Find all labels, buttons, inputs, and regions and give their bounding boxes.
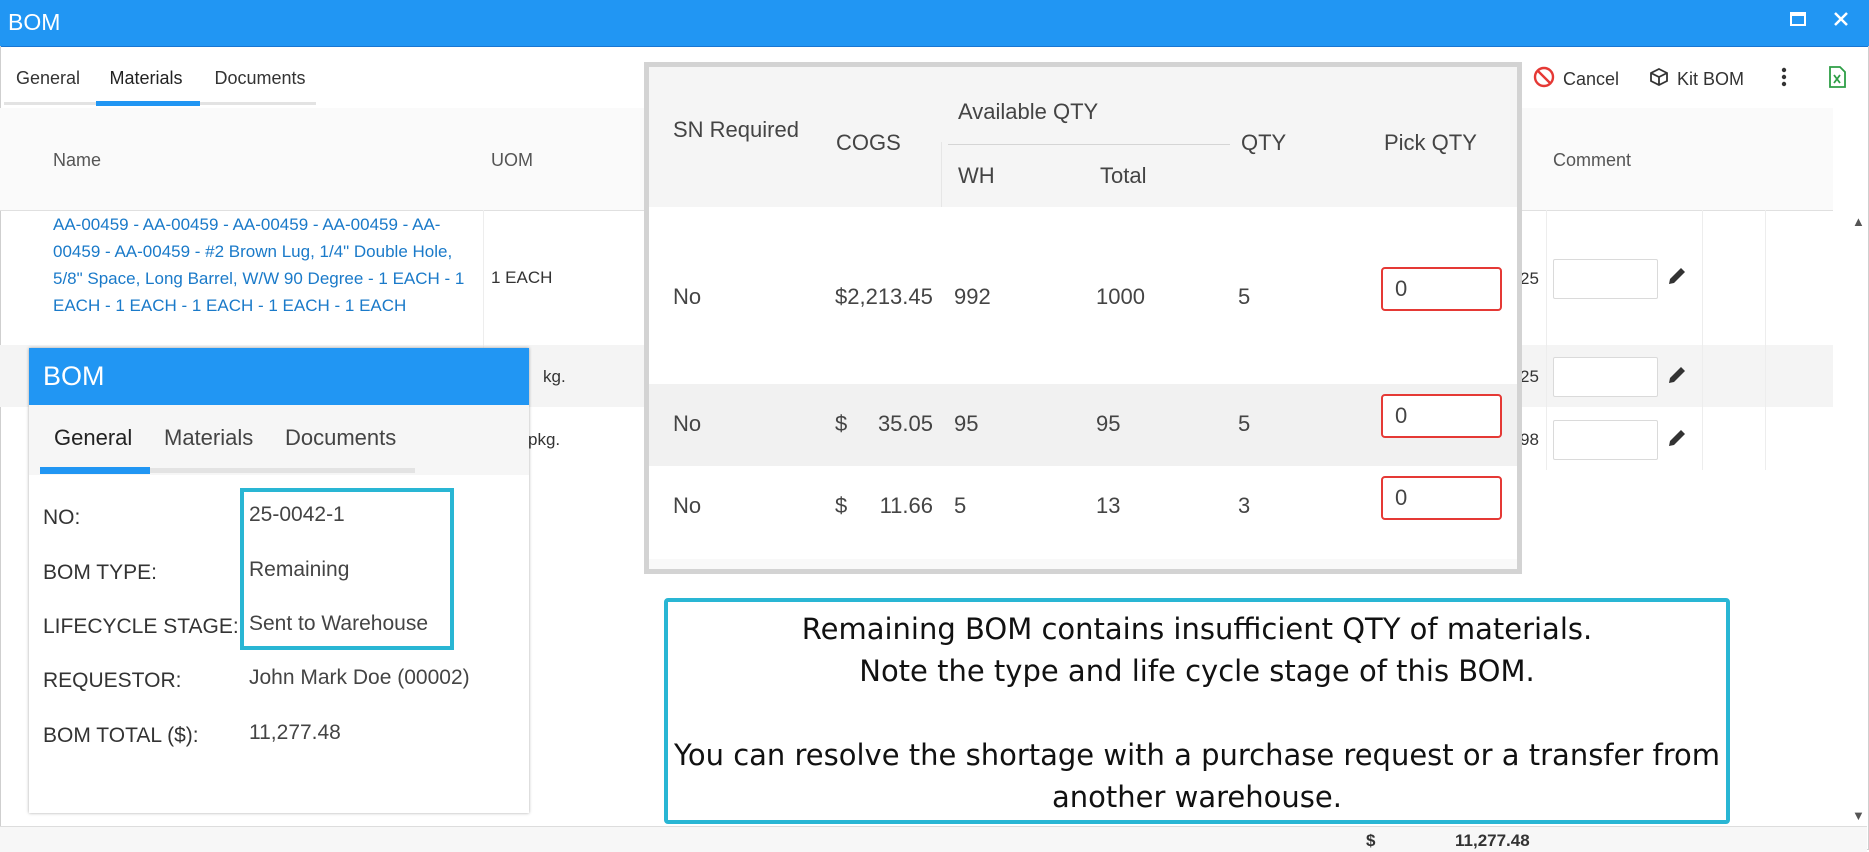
note-callout: Remaining BOM contains insufficient QTY … [664, 598, 1730, 824]
column-header-comment: Comment [1553, 150, 1632, 170]
note-line-2: Note the type and life cycle stage of th… [859, 654, 1535, 688]
header-qty: QTY [1241, 130, 1287, 155]
header-wh: WH [958, 163, 995, 188]
cancel-label: Cancel [1563, 68, 1620, 89]
window-title: BOM [8, 9, 61, 35]
window-title-bar: BOM [0, 0, 1869, 47]
partial-cell: 25 [1520, 269, 1539, 288]
qty-cell: 5 [1238, 411, 1251, 436]
tab-materials[interactable]: Materials [96, 58, 196, 104]
total-cell: 95 [1096, 411, 1121, 436]
footer-total: 11,277.48 [1455, 831, 1530, 850]
uom-cell: kg. [543, 367, 566, 386]
sn-required-cell: No [673, 411, 702, 436]
field-label-bom-total: BOM TOTAL ($): [43, 724, 199, 747]
column-header-name: Name [53, 150, 102, 170]
wh-cell: 95 [954, 411, 979, 436]
comment-input[interactable] [1553, 357, 1658, 397]
partial-cell: 98 [1520, 430, 1539, 449]
tab-documents[interactable]: Documents [204, 58, 316, 104]
note-line-3: You can resolve the shortage with a purc… [674, 738, 1720, 772]
header-available-qty: Available QTY [958, 99, 1099, 124]
header-sn-required: SN Required [673, 117, 799, 142]
kit-bom-label: Kit BOM [1677, 68, 1745, 89]
bom-popup-title-bar: BOM [29, 348, 529, 405]
kit-bom-button[interactable]: Kit BOM [1649, 64, 1744, 94]
field-label-requestor: REQUESTOR: [43, 669, 182, 692]
total-cell: 13 [1096, 493, 1121, 518]
pick-qty-input[interactable]: 0 [1381, 394, 1502, 438]
qty-cell: 5 [1238, 284, 1251, 309]
popup-tab-general[interactable]: General [54, 425, 132, 451]
note-line-4: another warehouse. [1052, 780, 1342, 814]
edit-pencil-icon[interactable] [1666, 265, 1688, 293]
more-menu-button[interactable] [1780, 64, 1788, 94]
export-excel-button[interactable] [1827, 64, 1847, 94]
sn-required-cell: No [673, 493, 702, 518]
note-line-1: Remaining BOM contains insufficient QTY … [801, 612, 1593, 646]
field-label-lifecycle-stage: LIFECYCLE STAGE: [43, 615, 239, 638]
edit-pencil-icon[interactable] [1666, 427, 1688, 455]
wh-cell: 992 [954, 284, 991, 309]
bom-popup-title: BOM [43, 361, 105, 391]
tab-general[interactable]: General [8, 58, 88, 104]
header-cogs: COGS [836, 130, 901, 155]
highlight-box [240, 488, 454, 650]
total-cell: 1000 [1096, 284, 1145, 309]
uom-cell: 1 EACH [491, 268, 553, 287]
close-icon[interactable] [1826, 8, 1856, 34]
table-footer [0, 826, 1867, 852]
column-header-uom: UOM [491, 150, 533, 170]
cancel-icon [1533, 66, 1555, 93]
qty-cell: 3 [1238, 493, 1251, 518]
sn-required-cell: No [673, 284, 702, 309]
scroll-down-arrow-icon[interactable]: ▼ [1852, 808, 1865, 823]
cogs-cell: 35.05 [877, 411, 933, 436]
field-label-bom-type: BOM TYPE: [43, 561, 157, 584]
popup-tab-documents[interactable]: Documents [285, 425, 396, 451]
zoomed-materials-table: SN Required COGS Available QTY WH Total … [644, 62, 1522, 574]
wh-cell: 5 [954, 493, 967, 518]
field-value-requestor: John Mark Doe (00002) [249, 666, 470, 689]
field-value-bom-total: 11,277.48 [249, 721, 341, 744]
popup-tab-materials[interactable]: Materials [164, 425, 253, 451]
pick-qty-input[interactable]: 0 [1381, 476, 1502, 520]
material-name-link[interactable]: AA-00459 - AA-00459 - AA-00459 - AA-0045… [53, 211, 473, 319]
cogs-cell: 11.66 [879, 493, 933, 518]
maximize-icon[interactable] [1783, 8, 1813, 34]
cogs-currency: $ [835, 493, 848, 518]
footer-currency: $ [1366, 831, 1376, 850]
header-total: Total [1100, 163, 1147, 188]
comment-input[interactable] [1553, 420, 1658, 460]
cogs-currency: $ [835, 411, 848, 436]
uom-cell: pkg. [528, 430, 561, 449]
cogs-cell: $2,213.45 [835, 284, 933, 309]
edit-pencil-icon[interactable] [1666, 364, 1688, 392]
more-vertical-icon [1780, 66, 1788, 93]
excel-icon [1827, 65, 1847, 93]
partial-cell: 25 [1520, 367, 1539, 386]
cancel-button[interactable]: Cancel [1533, 64, 1619, 94]
header-pick-qty: Pick QTY [1384, 130, 1477, 155]
comment-input[interactable] [1553, 259, 1658, 299]
pick-qty-input[interactable]: 0 [1381, 267, 1502, 311]
active-tab-indicator [96, 101, 200, 106]
box-icon [1649, 67, 1669, 92]
field-label-no: NO: [43, 506, 81, 529]
active-tab-indicator [40, 467, 150, 474]
scroll-up-arrow-icon[interactable]: ▲ [1852, 214, 1865, 229]
